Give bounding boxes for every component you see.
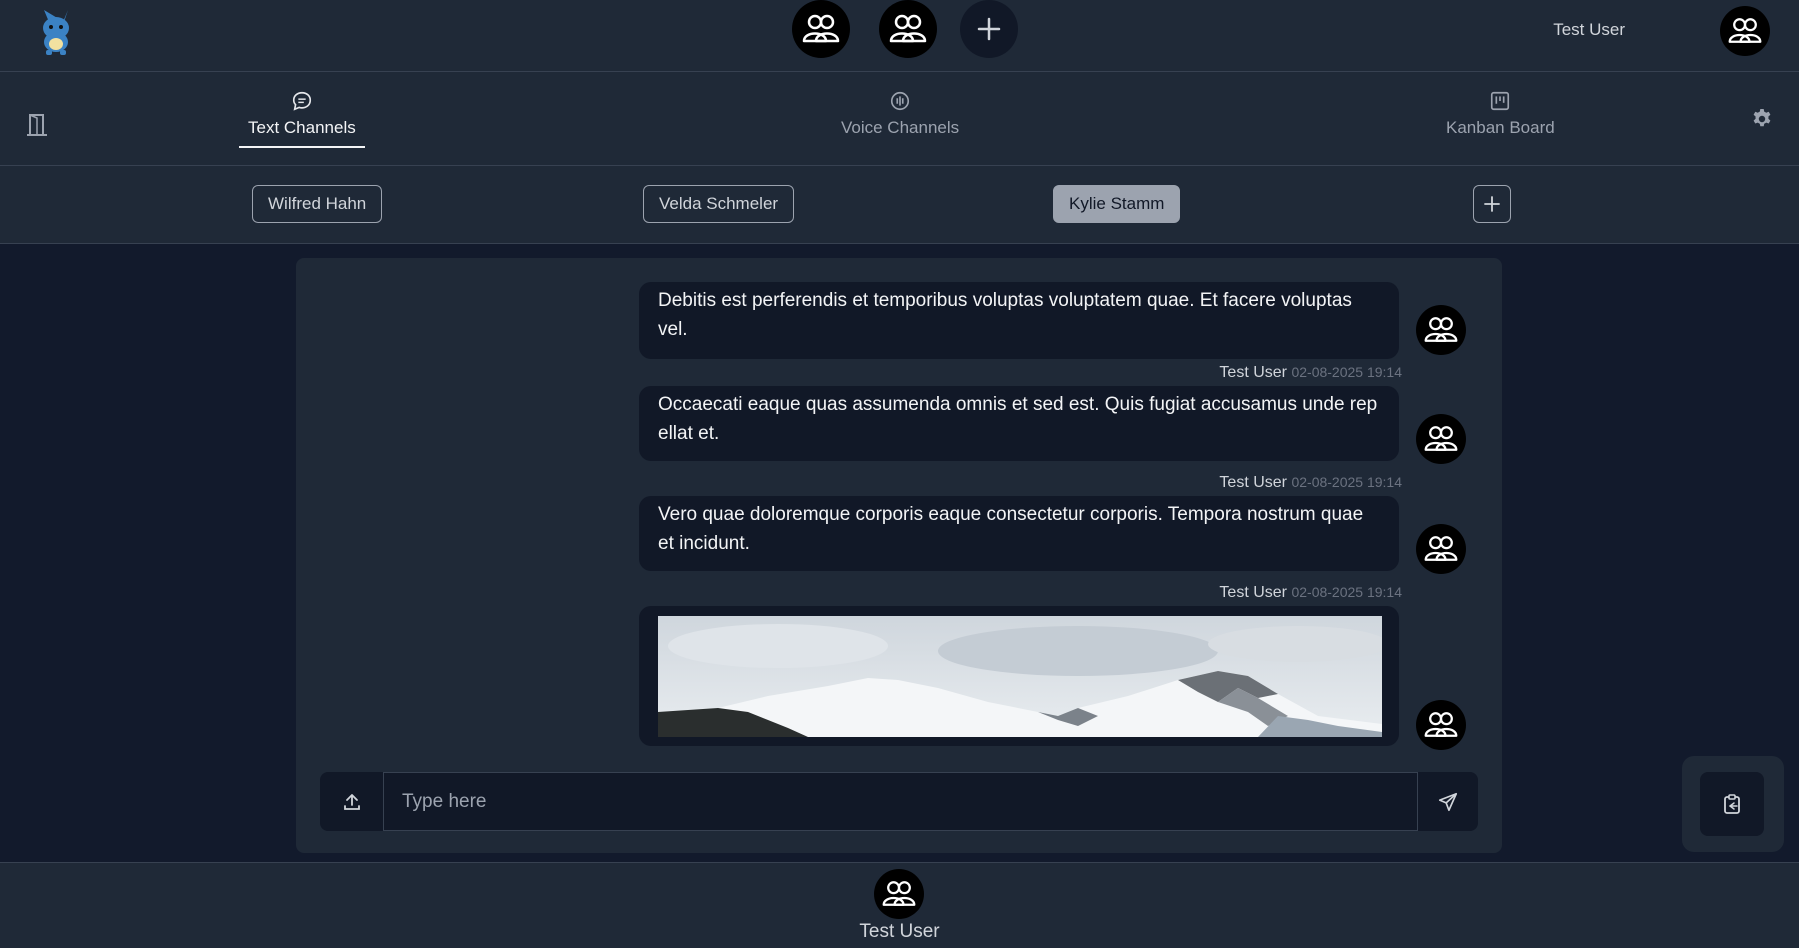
message-avatar[interactable] bbox=[1416, 524, 1466, 574]
settings-button[interactable] bbox=[1749, 106, 1775, 132]
message-timestamp: 02-08-2025 19:14 bbox=[1291, 584, 1402, 600]
group-icon bbox=[1423, 312, 1459, 348]
tab-label: Voice Channels bbox=[841, 118, 960, 137]
footer-user-avatar[interactable] bbox=[874, 869, 924, 919]
top-bar: Test User bbox=[0, 0, 1799, 72]
message-text: Debitis est perferendis et temporibus vo… bbox=[658, 290, 1352, 340]
chat-bubble-icon bbox=[291, 90, 313, 112]
channel-bar: Wilfred Hahn Velda Schmeler Kylie Stamm bbox=[0, 166, 1799, 244]
message-text: Occaecati eaque quas assumenda omnis et … bbox=[658, 394, 1378, 444]
section-nav: Text Channels Voice Channels Kanban Boar… bbox=[0, 72, 1799, 166]
message-input[interactable] bbox=[383, 772, 1418, 831]
footer-user-bar: Test User bbox=[0, 862, 1799, 948]
send-icon bbox=[1438, 792, 1458, 811]
upload-icon bbox=[343, 793, 360, 810]
message-bubble: Debitis est perferendis et temporibus vo… bbox=[639, 282, 1399, 359]
tab-label: Kanban Board bbox=[1446, 118, 1555, 137]
tab-text-channels[interactable]: Text Channels bbox=[239, 90, 365, 148]
chat-panel: Debitis est perferendis et temporibus vo… bbox=[296, 258, 1502, 853]
gear-icon bbox=[1753, 109, 1771, 127]
group-icon bbox=[1727, 13, 1763, 49]
tab-label: Text Channels bbox=[248, 118, 356, 137]
message-bubble: Vero quae doloremque corporis eaque cons… bbox=[639, 496, 1399, 571]
server-avatar-2[interactable] bbox=[879, 0, 937, 58]
group-icon bbox=[1423, 531, 1459, 567]
channel-velda-schmeler[interactable]: Velda Schmeler bbox=[643, 185, 795, 223]
voice-icon bbox=[889, 90, 911, 112]
channel-wilfred-hahn[interactable]: Wilfred Hahn bbox=[252, 185, 383, 223]
leave-server-button[interactable] bbox=[24, 112, 50, 138]
footer-user-name: Test User bbox=[859, 921, 940, 942]
group-icon bbox=[1423, 707, 1459, 743]
message-author: Test User bbox=[1219, 584, 1287, 601]
message-timestamp: 02-08-2025 19:14 bbox=[1291, 474, 1402, 490]
group-icon bbox=[888, 9, 928, 49]
plus-icon bbox=[1484, 196, 1500, 212]
clipboard-panel bbox=[1682, 756, 1784, 852]
message-avatar[interactable] bbox=[1416, 700, 1466, 750]
message-meta: Test User 02-08-2025 19:14 bbox=[1219, 364, 1402, 382]
group-icon bbox=[881, 876, 917, 912]
tab-kanban-board[interactable]: Kanban Board bbox=[1437, 90, 1564, 146]
upload-button[interactable] bbox=[320, 772, 383, 831]
door-icon bbox=[27, 113, 47, 136]
channel-kylie-stamm[interactable]: Kylie Stamm bbox=[1053, 185, 1181, 223]
send-button[interactable] bbox=[1418, 772, 1478, 831]
message-author: Test User bbox=[1219, 364, 1287, 381]
message-bubble: Occaecati eaque quas assumenda omnis et … bbox=[639, 386, 1399, 461]
plus-icon bbox=[977, 17, 1001, 41]
message-composer bbox=[320, 772, 1478, 831]
message-avatar[interactable] bbox=[1416, 305, 1466, 355]
message-text: Vero quae doloremque corporis eaque cons… bbox=[658, 504, 1364, 554]
app-logo[interactable] bbox=[34, 6, 78, 56]
add-channel-button[interactable] bbox=[1473, 185, 1511, 223]
message-meta: Test User 02-08-2025 19:14 bbox=[1219, 474, 1402, 492]
group-icon bbox=[801, 9, 841, 49]
message-meta: Test User 02-08-2025 19:14 bbox=[1219, 584, 1402, 602]
add-server-button[interactable] bbox=[960, 0, 1018, 58]
tab-voice-channels[interactable]: Voice Channels bbox=[832, 90, 968, 146]
current-user-name: Test User bbox=[1553, 20, 1625, 39]
kanban-icon bbox=[1489, 90, 1511, 112]
image-message-bubble bbox=[639, 606, 1399, 746]
clipboard-icon bbox=[1724, 794, 1740, 814]
message-avatar[interactable] bbox=[1416, 414, 1466, 464]
message-timestamp: 02-08-2025 19:14 bbox=[1291, 364, 1402, 380]
clipboard-button[interactable] bbox=[1700, 772, 1764, 836]
server-avatar-1[interactable] bbox=[792, 0, 850, 58]
attached-image[interactable] bbox=[658, 616, 1382, 737]
current-user-avatar[interactable] bbox=[1720, 6, 1770, 56]
message-author: Test User bbox=[1219, 474, 1287, 491]
group-icon bbox=[1423, 421, 1459, 457]
